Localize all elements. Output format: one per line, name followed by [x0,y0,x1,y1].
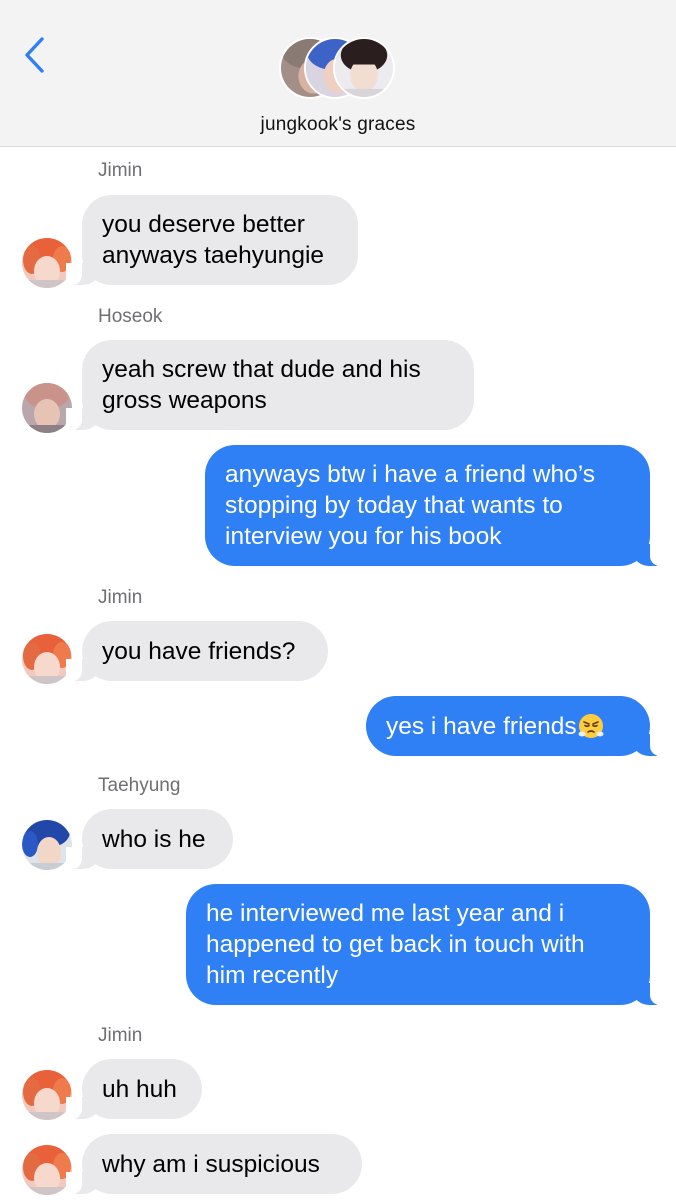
sender-name: Jimin [98,160,143,181]
sender-name: Jimin [98,587,143,608]
message-text: anyways btw i have a friend who’s [225,461,595,488]
back-button[interactable] [18,34,54,78]
message-text: him recently [206,962,339,989]
sender-name: Taehyung [98,775,181,796]
message-bubble[interactable]: you have friends? [66,621,328,681]
sender-name: Hoseok [98,306,163,327]
message-text: happened to get back in touch with [206,931,585,958]
message-text: why am i suspicious [102,1150,320,1178]
message-line: yes i have friends [386,711,630,742]
group-avatar-stack[interactable] [279,37,399,103]
message-text: yes i have friends [386,712,577,740]
message-bubble[interactable]: who is he [66,809,233,869]
avatar[interactable] [22,634,72,684]
message-text: he interviewed me last year and i [206,900,565,927]
message-bubble[interactable]: why am i suspicious [66,1134,362,1194]
message-bubble[interactable]: he interviewed me last year and i happen… [186,884,666,1005]
message-bubble[interactable]: yeah screw that dude and his gross weapo… [66,340,474,430]
group-name[interactable]: jungkook's graces [0,114,676,136]
avatar[interactable] [22,820,72,870]
avatar [333,37,395,99]
message-text: interview you for his book [225,523,502,550]
avatar[interactable] [22,238,72,288]
message-text: gross weapons [102,387,267,414]
message-text: anyways taehyungie [102,242,325,269]
message-bubble[interactable]: yes i have friends [366,696,666,756]
message-bubble[interactable]: uh huh [66,1059,202,1119]
avatar[interactable] [22,1145,72,1195]
message-bubble[interactable]: anyways btw i have a friend who’s stoppi… [205,445,666,566]
message-text: you have friends? [102,637,296,665]
message-text: uh huh [102,1075,177,1103]
avatar[interactable] [22,383,72,433]
message-text: yeah screw that dude and his [102,356,421,383]
sender-name: Jimin [98,1025,143,1046]
message-text: who is he [102,825,206,853]
conversation-header: jungkook's graces [0,0,676,147]
angry-huffing-face-icon [578,713,604,738]
avatar[interactable] [22,1070,72,1120]
message-bubble[interactable]: you deserve better anyways taehyungie [66,195,358,285]
message-text: stopping by today that wants to [225,492,563,519]
chevron-left-icon [25,37,44,73]
message-text: you deserve better [102,211,305,238]
